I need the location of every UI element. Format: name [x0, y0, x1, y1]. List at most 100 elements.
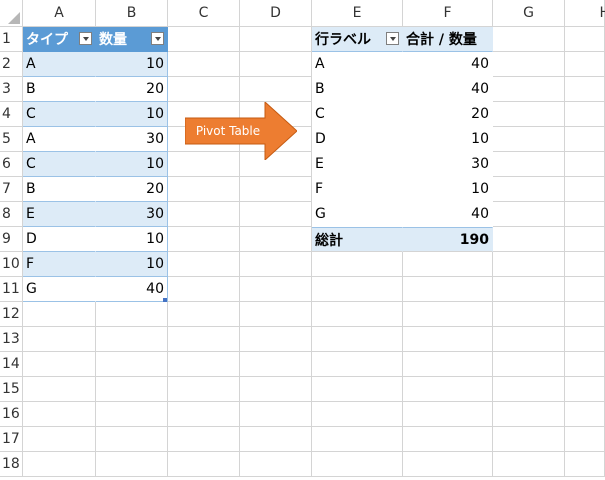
grid-cell[interactable] — [312, 327, 403, 352]
grid-cell[interactable] — [565, 52, 605, 77]
select-all-corner[interactable] — [0, 0, 23, 27]
row-header-7[interactable]: 7 — [0, 177, 23, 202]
grid-cell[interactable] — [168, 252, 240, 277]
column-header-b[interactable]: B — [96, 0, 168, 27]
spreadsheet-grid[interactable]: A B C D E F G H 1 2 3 4 5 6 7 8 9 10 11 12 13 14 15 16 1… — [0, 0, 605, 480]
source-cell-quantity[interactable]: 20 — [96, 77, 168, 102]
pivot-row-label[interactable]: E — [312, 152, 403, 177]
row-header-9[interactable]: 9 — [0, 227, 23, 252]
grid-cell[interactable] — [403, 452, 493, 477]
grid-cell[interactable] — [168, 77, 240, 102]
grid-cell[interactable] — [240, 352, 312, 377]
pivot-row-label[interactable]: A — [312, 52, 403, 77]
grid-cell[interactable] — [312, 402, 403, 427]
grid-cell[interactable] — [23, 327, 96, 352]
grid-cell[interactable] — [312, 452, 403, 477]
grid-cell[interactable] — [168, 277, 240, 302]
grid-cell[interactable] — [565, 402, 605, 427]
column-header-f[interactable]: F — [403, 0, 493, 27]
grid-cell[interactable] — [403, 402, 493, 427]
grid-cell[interactable] — [565, 177, 605, 202]
grid-cell[interactable] — [168, 52, 240, 77]
row-header-12[interactable]: 12 — [0, 302, 23, 327]
grid-cell[interactable] — [565, 452, 605, 477]
column-header-h[interactable]: H — [565, 0, 605, 27]
pivot-total-value[interactable]: 190 — [403, 227, 493, 252]
column-header-d[interactable]: D — [240, 0, 312, 27]
grid-cell[interactable] — [312, 252, 403, 277]
source-cell-type[interactable]: C — [23, 152, 96, 177]
grid-cell[interactable] — [493, 27, 565, 52]
grid-cell[interactable] — [565, 252, 605, 277]
grid-cell[interactable] — [96, 402, 168, 427]
table-resize-handle[interactable] — [163, 298, 167, 302]
pivot-row-label-header[interactable]: 行ラベル — [312, 27, 403, 52]
source-cell-quantity[interactable]: 10 — [96, 152, 168, 177]
grid-cell[interactable] — [168, 452, 240, 477]
grid-cell[interactable] — [565, 302, 605, 327]
grid-cell[interactable] — [493, 177, 565, 202]
grid-cell[interactable] — [240, 52, 312, 77]
grid-cell[interactable] — [493, 102, 565, 127]
grid-cell[interactable] — [240, 452, 312, 477]
source-cell-quantity[interactable]: 20 — [96, 177, 168, 202]
grid-cell[interactable] — [240, 77, 312, 102]
grid-cell[interactable] — [493, 302, 565, 327]
grid-cell[interactable] — [168, 427, 240, 452]
row-header-10[interactable]: 10 — [0, 252, 23, 277]
grid-cell[interactable] — [240, 427, 312, 452]
source-cell-type[interactable]: E — [23, 202, 96, 227]
pivot-row-value[interactable]: 30 — [403, 152, 493, 177]
source-cell-quantity[interactable]: 10 — [96, 252, 168, 277]
row-header-13[interactable]: 13 — [0, 327, 23, 352]
grid-cell[interactable] — [493, 452, 565, 477]
grid-cell[interactable] — [240, 27, 312, 52]
source-cell-type[interactable]: B — [23, 177, 96, 202]
row-header-2[interactable]: 2 — [0, 52, 23, 77]
grid-cell[interactable] — [240, 277, 312, 302]
grid-cell[interactable] — [565, 127, 605, 152]
row-header-16[interactable]: 16 — [0, 402, 23, 427]
pivot-row-label[interactable]: D — [312, 127, 403, 152]
source-cell-type[interactable]: D — [23, 227, 96, 252]
pivot-row-label[interactable]: B — [312, 77, 403, 102]
row-header-11[interactable]: 11 — [0, 277, 23, 302]
grid-cell[interactable] — [565, 352, 605, 377]
pivot-total-label[interactable]: 総計 — [312, 227, 403, 252]
grid-cell[interactable] — [23, 377, 96, 402]
grid-cell[interactable] — [403, 327, 493, 352]
grid-cell[interactable] — [565, 77, 605, 102]
source-cell-quantity[interactable]: 10 — [96, 227, 168, 252]
table-header-quantity[interactable]: 数量 — [96, 27, 168, 52]
grid-cell[interactable] — [23, 352, 96, 377]
pivot-value-header[interactable]: 合計 / 数量 — [403, 27, 493, 52]
filter-dropdown-icon[interactable] — [79, 32, 92, 45]
table-header-type[interactable]: タイプ — [23, 27, 96, 52]
column-header-a[interactable]: A — [23, 0, 96, 27]
grid-cell[interactable] — [23, 402, 96, 427]
grid-cell[interactable] — [565, 377, 605, 402]
grid-cell[interactable] — [565, 427, 605, 452]
grid-cell[interactable] — [493, 77, 565, 102]
grid-cell[interactable] — [312, 277, 403, 302]
grid-cell[interactable] — [240, 402, 312, 427]
grid-cell[interactable] — [168, 377, 240, 402]
grid-cell[interactable] — [493, 427, 565, 452]
pivot-row-value[interactable]: 10 — [403, 127, 493, 152]
grid-cell[interactable] — [240, 252, 312, 277]
column-header-c[interactable]: C — [168, 0, 240, 27]
grid-cell[interactable] — [565, 277, 605, 302]
row-header-15[interactable]: 15 — [0, 377, 23, 402]
filter-dropdown-icon[interactable] — [386, 32, 399, 45]
grid-cell[interactable] — [403, 377, 493, 402]
row-header-5[interactable]: 5 — [0, 127, 23, 152]
grid-cell[interactable] — [493, 227, 565, 252]
grid-cell[interactable] — [23, 452, 96, 477]
grid-cell[interactable] — [240, 177, 312, 202]
row-header-14[interactable]: 14 — [0, 352, 23, 377]
pivot-row-value[interactable]: 40 — [403, 77, 493, 102]
grid-cell[interactable] — [565, 152, 605, 177]
grid-cell[interactable] — [565, 227, 605, 252]
grid-cell[interactable] — [493, 277, 565, 302]
source-cell-quantity[interactable]: 30 — [96, 127, 168, 152]
